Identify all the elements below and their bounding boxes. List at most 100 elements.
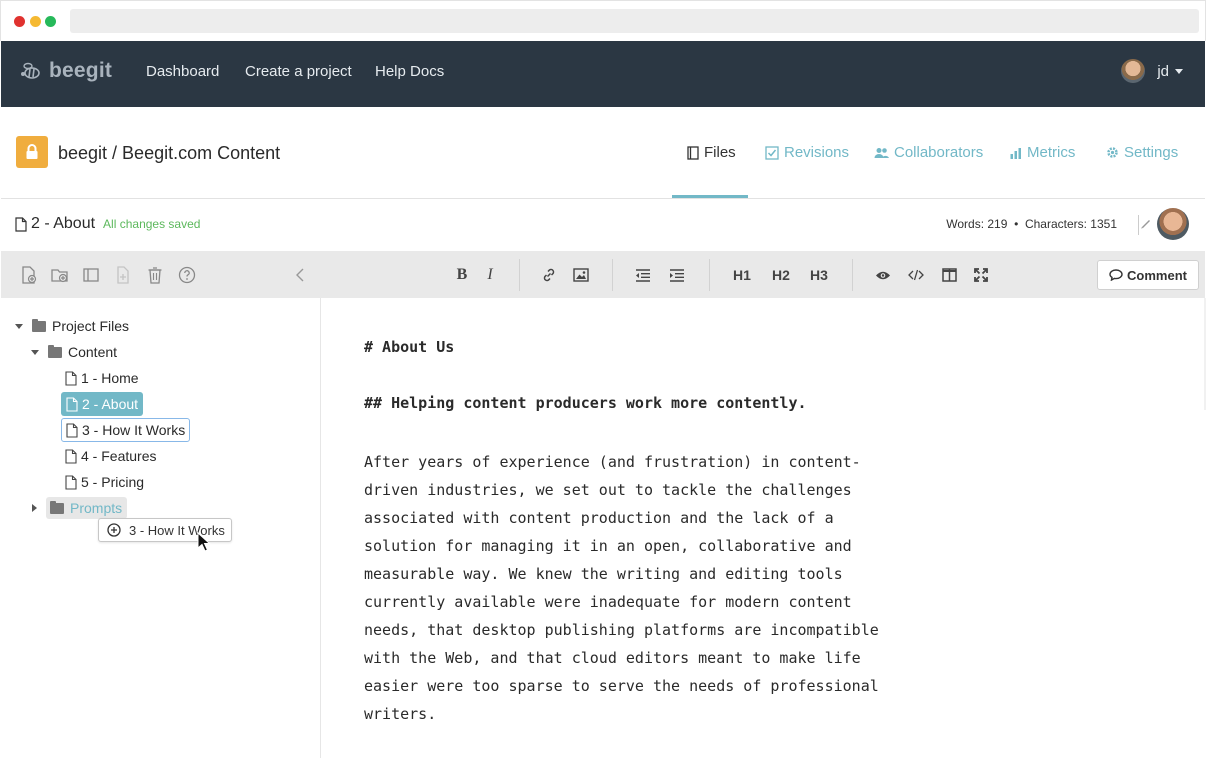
preview-button[interactable]: [874, 265, 892, 285]
file-bar: 2 - About All changes saved Words: 219 •…: [1, 199, 1205, 251]
tab-metrics-label: Metrics: [1027, 144, 1076, 161]
outdent-icon: [636, 268, 650, 282]
minimize-window-dot[interactable]: [30, 16, 41, 27]
bee-icon: [21, 62, 40, 79]
save-status: All changes saved: [103, 217, 201, 231]
expand-triangle-icon[interactable]: [32, 504, 37, 512]
tree-file-label: 3 - How It Works: [82, 422, 186, 438]
collaborator-avatar[interactable]: [1157, 208, 1189, 240]
nav-help-docs[interactable]: Help Docs: [375, 63, 444, 80]
indent-button[interactable]: [668, 265, 686, 285]
content-paragraph: After years of experience (and frustrati…: [364, 448, 964, 728]
trash-icon[interactable]: [146, 266, 164, 284]
nav-create-project[interactable]: Create a project: [245, 63, 352, 80]
tree-file-how-it-works[interactable]: 3 - How It Works: [61, 418, 191, 442]
project-header: beegit / Beegit.com Content Files Revisi…: [1, 107, 1205, 199]
paragraph-line: associated with content production and t…: [364, 509, 834, 527]
file-sidebar: Project Files Content 1 - Home 2 - About…: [1, 251, 321, 758]
paragraph-line: easier were too sparse to serve the need…: [364, 677, 879, 695]
pencil-icon[interactable]: [1140, 217, 1151, 229]
fullscreen-button[interactable]: [972, 265, 990, 285]
file-icon: [65, 370, 77, 386]
user-menu[interactable]: jd: [1121, 59, 1183, 83]
link-button[interactable]: [540, 265, 558, 285]
sidebar-toolbar: [1, 251, 321, 298]
nav-dashboard[interactable]: Dashboard: [146, 63, 219, 80]
duplicate-icon[interactable]: [114, 266, 132, 284]
image-button[interactable]: [572, 265, 590, 285]
drop-target[interactable]: Prompts: [46, 497, 128, 519]
lock-icon: [16, 136, 48, 168]
new-file-icon[interactable]: [20, 266, 38, 284]
file-icon: [66, 422, 78, 438]
book-icon: [687, 145, 699, 160]
word-count: Words: 219 • Characters: 1351: [946, 217, 1117, 231]
tree-file-label: 1 - Home: [81, 370, 139, 386]
tab-files-label: Files: [704, 144, 736, 161]
h2-button[interactable]: H2: [770, 265, 792, 285]
browser-chrome: [0, 0, 1206, 41]
link-icon: [543, 268, 555, 282]
close-window-dot[interactable]: [14, 16, 25, 27]
brand-name: beegit: [49, 59, 113, 82]
checkbox-icon: [765, 145, 779, 160]
tab-settings[interactable]: Settings: [1106, 144, 1178, 161]
outdent-button[interactable]: [634, 265, 652, 285]
tree-file-label: 5 - Pricing: [81, 474, 145, 490]
comment-button-label: Comment: [1127, 267, 1187, 283]
brand-logo[interactable]: beegit: [19, 59, 112, 83]
paragraph-line: writers.: [364, 705, 437, 723]
add-circle-icon: [107, 523, 121, 537]
tree-file-about[interactable]: 2 - About: [61, 392, 144, 416]
new-folder-icon[interactable]: [51, 266, 69, 284]
markdown-editor[interactable]: # About Us ## Helping content producers …: [321, 298, 1205, 758]
address-bar[interactable]: [70, 9, 1199, 33]
project-title: beegit / Beegit.com Content: [58, 143, 281, 163]
tree-root-label: Project Files: [52, 318, 130, 334]
file-icon: [65, 448, 77, 464]
paragraph-line: with the Web, and that cloud editors mea…: [364, 649, 861, 667]
tab-collaborators[interactable]: Collaborators: [874, 144, 983, 161]
rename-icon[interactable]: [82, 266, 100, 284]
code-view-button[interactable]: [907, 265, 925, 285]
avatar: [1121, 59, 1146, 83]
paragraph-line: driven industries, we set out to tackle …: [364, 481, 852, 499]
expand-triangle-icon[interactable]: [15, 323, 23, 329]
toolbar-divider: [519, 259, 520, 291]
tree-file-home[interactable]: 1 - Home: [65, 367, 139, 389]
bold-button[interactable]: B: [454, 265, 470, 285]
tree-folder-content[interactable]: Content: [31, 341, 117, 363]
tree-file-pricing[interactable]: 5 - Pricing: [65, 471, 144, 493]
bar-chart-icon: [1010, 147, 1021, 159]
comment-button[interactable]: Comment: [1097, 260, 1199, 290]
expand-triangle-icon[interactable]: [31, 349, 39, 355]
editor-toolbar: B I H1 H2 H3 Comment: [321, 251, 1205, 298]
help-icon[interactable]: [178, 266, 196, 284]
top-navbar: beegit Dashboard Create a project Help D…: [1, 41, 1205, 107]
tree-folder-prompts[interactable]: Prompts: [32, 497, 128, 519]
h1-button[interactable]: H1: [731, 265, 753, 285]
tab-revisions-label: Revisions: [784, 144, 850, 161]
tab-files[interactable]: Files: [687, 144, 736, 161]
tree-root[interactable]: Project Files: [15, 315, 129, 337]
tree-file-features[interactable]: 4 - Features: [65, 445, 156, 467]
folder-icon: [32, 318, 46, 332]
tab-revisions[interactable]: Revisions: [765, 144, 849, 161]
tree-folder-label: Prompts: [70, 500, 123, 516]
h3-button[interactable]: H3: [808, 265, 830, 285]
expand-icon: [974, 268, 988, 282]
tab-metrics[interactable]: Metrics: [1010, 144, 1075, 161]
user-initials: jd: [1157, 62, 1169, 80]
split-view-button[interactable]: [940, 265, 958, 285]
maximize-window-dot[interactable]: [45, 16, 56, 27]
tree-folder-label: Content: [68, 344, 118, 360]
tab-collaborators-label: Collaborators: [894, 144, 984, 161]
active-tab-indicator: [672, 195, 748, 198]
image-icon: [573, 268, 589, 282]
tree-file-label: 2 - About: [82, 396, 139, 412]
gear-icon: [1107, 147, 1118, 158]
content-heading-2: ## Helping content producers work more c…: [364, 394, 807, 412]
italic-button[interactable]: I: [483, 265, 497, 285]
collapse-sidebar-icon[interactable]: [295, 266, 305, 284]
folder-icon: [48, 344, 62, 358]
